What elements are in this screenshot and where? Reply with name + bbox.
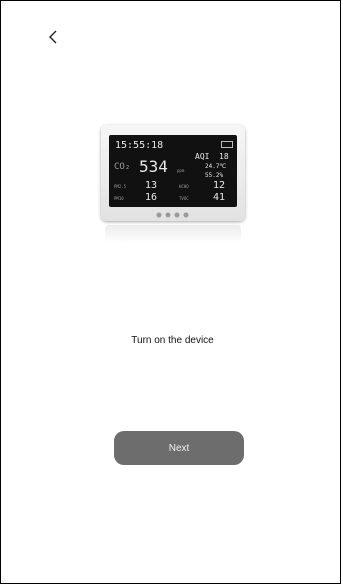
display-pm10-value: 16 bbox=[145, 192, 158, 203]
device-buttons bbox=[156, 212, 189, 218]
setup-screen: 15:55:18 CO₂ 534 ppm AQI 18 24.7℃ 55.2% … bbox=[0, 0, 341, 584]
display-tvoc-label: TVOC bbox=[179, 196, 189, 201]
display-hcho-value: 12 bbox=[213, 180, 226, 191]
device-image: 15:55:18 CO₂ 534 ppm AQI 18 24.7℃ 55.2% … bbox=[101, 125, 245, 245]
display-pm10-label: PM10 bbox=[114, 196, 124, 201]
device-display: 15:55:18 CO₂ 534 ppm AQI 18 24.7℃ 55.2% … bbox=[109, 135, 237, 207]
display-co2-value: 534 bbox=[139, 157, 168, 176]
display-aqi-label: AQI bbox=[195, 152, 210, 161]
display-pm25-label: PM2.5 bbox=[114, 184, 127, 189]
back-button[interactable] bbox=[41, 25, 65, 49]
battery-icon bbox=[221, 141, 233, 148]
instruction-text: Turn on the device bbox=[131, 335, 214, 346]
display-humidity: 55.2% bbox=[205, 172, 224, 179]
display-co2-unit: ppm bbox=[177, 168, 185, 173]
display-time: 15:55:18 bbox=[115, 140, 164, 151]
next-button[interactable]: Next bbox=[114, 431, 244, 465]
display-tvoc-value: 41 bbox=[213, 192, 226, 203]
device-reflection bbox=[105, 225, 241, 243]
display-aqi-value: 18 bbox=[219, 152, 229, 161]
display-co2-label: CO₂ bbox=[114, 162, 131, 172]
display-temperature: 24.7℃ bbox=[205, 163, 227, 170]
display-pm25-value: 13 bbox=[145, 180, 158, 191]
chevron-left-icon bbox=[49, 30, 57, 44]
display-hcho-label: HCHO bbox=[179, 184, 189, 189]
air-monitor-device: 15:55:18 CO₂ 534 ppm AQI 18 24.7℃ 55.2% … bbox=[101, 125, 245, 221]
